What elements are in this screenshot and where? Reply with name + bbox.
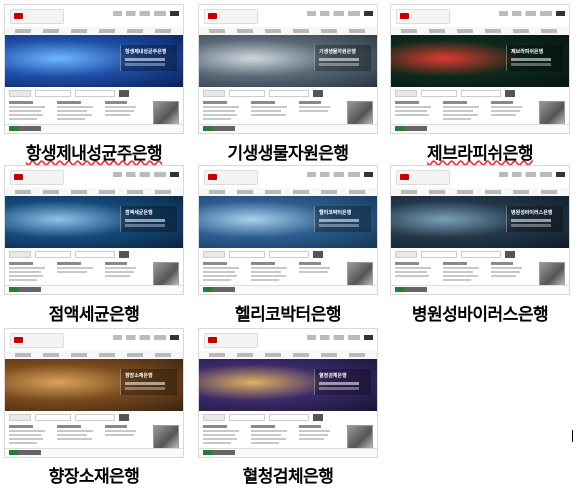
search-bar (203, 90, 375, 97)
header-bar (199, 5, 377, 28)
bank-label-2: 기생생물자원은행 (227, 144, 349, 164)
bank-screenshot-2: 기생생물자원은행 (198, 4, 378, 134)
bank-label-7: 향장소재은행 (48, 467, 140, 487)
top-links (307, 11, 373, 16)
top-links (113, 172, 179, 177)
footer-logo (395, 126, 427, 131)
footer (391, 124, 569, 133)
hero-title: 병원성바이러스은행 (506, 206, 563, 232)
featured-image (153, 101, 179, 125)
site-logo (204, 333, 258, 348)
hero-banner: 제브라피쉬은행 (391, 35, 569, 87)
hero-title: 항생제내성균주은행 (120, 45, 177, 71)
footer-logo (203, 450, 235, 455)
top-links (307, 172, 373, 177)
hero-title: 혈청검체은행 (314, 369, 371, 395)
search-bar (9, 251, 181, 258)
text-cursor (572, 430, 573, 442)
bank-screenshot-4: 점액세균은행 (4, 165, 184, 295)
featured-image (347, 101, 373, 125)
featured-image (539, 101, 565, 125)
site-logo (396, 9, 450, 24)
hero-title-text: 헬리코박터은행 (319, 210, 352, 216)
hero-title-text: 항생제내성균주은행 (125, 49, 167, 55)
hero-title: 제브라피쉬은행 (506, 45, 563, 71)
hero-banner: 헬리코박터은행 (199, 196, 377, 248)
header-bar (199, 166, 377, 189)
site-logo (10, 170, 64, 185)
site-logo (396, 170, 450, 185)
search-bar (395, 251, 567, 258)
featured-image (539, 262, 565, 286)
bank-screenshot-8: 혈청검체은행 (198, 328, 378, 458)
hero-title: 점액세균은행 (120, 206, 177, 232)
hero-title-text: 병원성바이러스은행 (511, 210, 553, 216)
footer (5, 285, 183, 294)
top-links (499, 172, 565, 177)
site-logo (10, 9, 64, 24)
hero-banner: 혈청검체은행 (199, 359, 377, 411)
bank-screenshot-3: 제브라피쉬은행 (390, 4, 570, 134)
header-bar (5, 329, 183, 352)
featured-image (347, 262, 373, 286)
hero-title-text: 혈청검체은행 (319, 373, 347, 379)
footer-logo (9, 450, 41, 455)
hero-title: 헬리코박터은행 (314, 206, 371, 232)
site-logo (204, 170, 258, 185)
top-links (113, 11, 179, 16)
site-logo (204, 9, 258, 24)
footer-logo (203, 287, 235, 292)
bank-label-5: 헬리코박터은행 (235, 305, 341, 325)
hero-title: 향장소재은행 (120, 369, 177, 395)
bank-screenshot-5: 헬리코박터은행 (198, 165, 378, 295)
hero-title: 기생생물자원은행 (314, 45, 371, 71)
bank-label-3: 제브라피쉬은행 (427, 144, 533, 164)
bank-screenshot-6: 병원성바이러스은행 (390, 165, 570, 295)
bank-label-1: 항생제내성균주은행 (25, 144, 163, 164)
footer-logo (395, 287, 427, 292)
footer-logo (9, 126, 41, 131)
footer-logo (203, 126, 235, 131)
featured-image (347, 425, 373, 449)
footer (199, 124, 377, 133)
bank-label-6: 병원성바이러스은행 (411, 305, 549, 325)
search-bar (203, 251, 375, 258)
hero-banner: 병원성바이러스은행 (391, 196, 569, 248)
bank-label-8: 혈청검체은행 (242, 467, 334, 487)
header-bar (5, 5, 183, 28)
bank-screenshot-7: 향장소재은행 (4, 328, 184, 458)
hero-title-text: 점액세균은행 (125, 210, 153, 216)
top-links (499, 11, 565, 16)
footer (391, 285, 569, 294)
header-bar (391, 5, 569, 28)
bank-label-4: 점액세균은행 (48, 305, 140, 325)
site-logo (10, 333, 64, 348)
header-bar (5, 166, 183, 189)
footer (5, 448, 183, 457)
footer-logo (9, 287, 41, 292)
hero-banner: 기생생물자원은행 (199, 35, 377, 87)
hero-banner: 항생제내성균주은행 (5, 35, 183, 87)
footer (199, 448, 377, 457)
header-bar (199, 329, 377, 352)
hero-banner: 향장소재은행 (5, 359, 183, 411)
search-bar (203, 414, 375, 421)
top-links (307, 335, 373, 340)
hero-title-text: 제브라피쉬은행 (511, 49, 544, 55)
header-bar (391, 166, 569, 189)
footer (5, 124, 183, 133)
top-links (113, 335, 179, 340)
featured-image (153, 425, 179, 449)
search-bar (395, 90, 567, 97)
search-bar (9, 90, 181, 97)
bank-screenshot-1: 항생제내성균주은행 (4, 4, 184, 134)
footer (199, 285, 377, 294)
hero-title-text: 향장소재은행 (125, 373, 153, 379)
hero-banner: 점액세균은행 (5, 196, 183, 248)
hero-title-text: 기생생물자원은행 (319, 49, 356, 55)
search-bar (9, 414, 181, 421)
featured-image (153, 262, 179, 286)
